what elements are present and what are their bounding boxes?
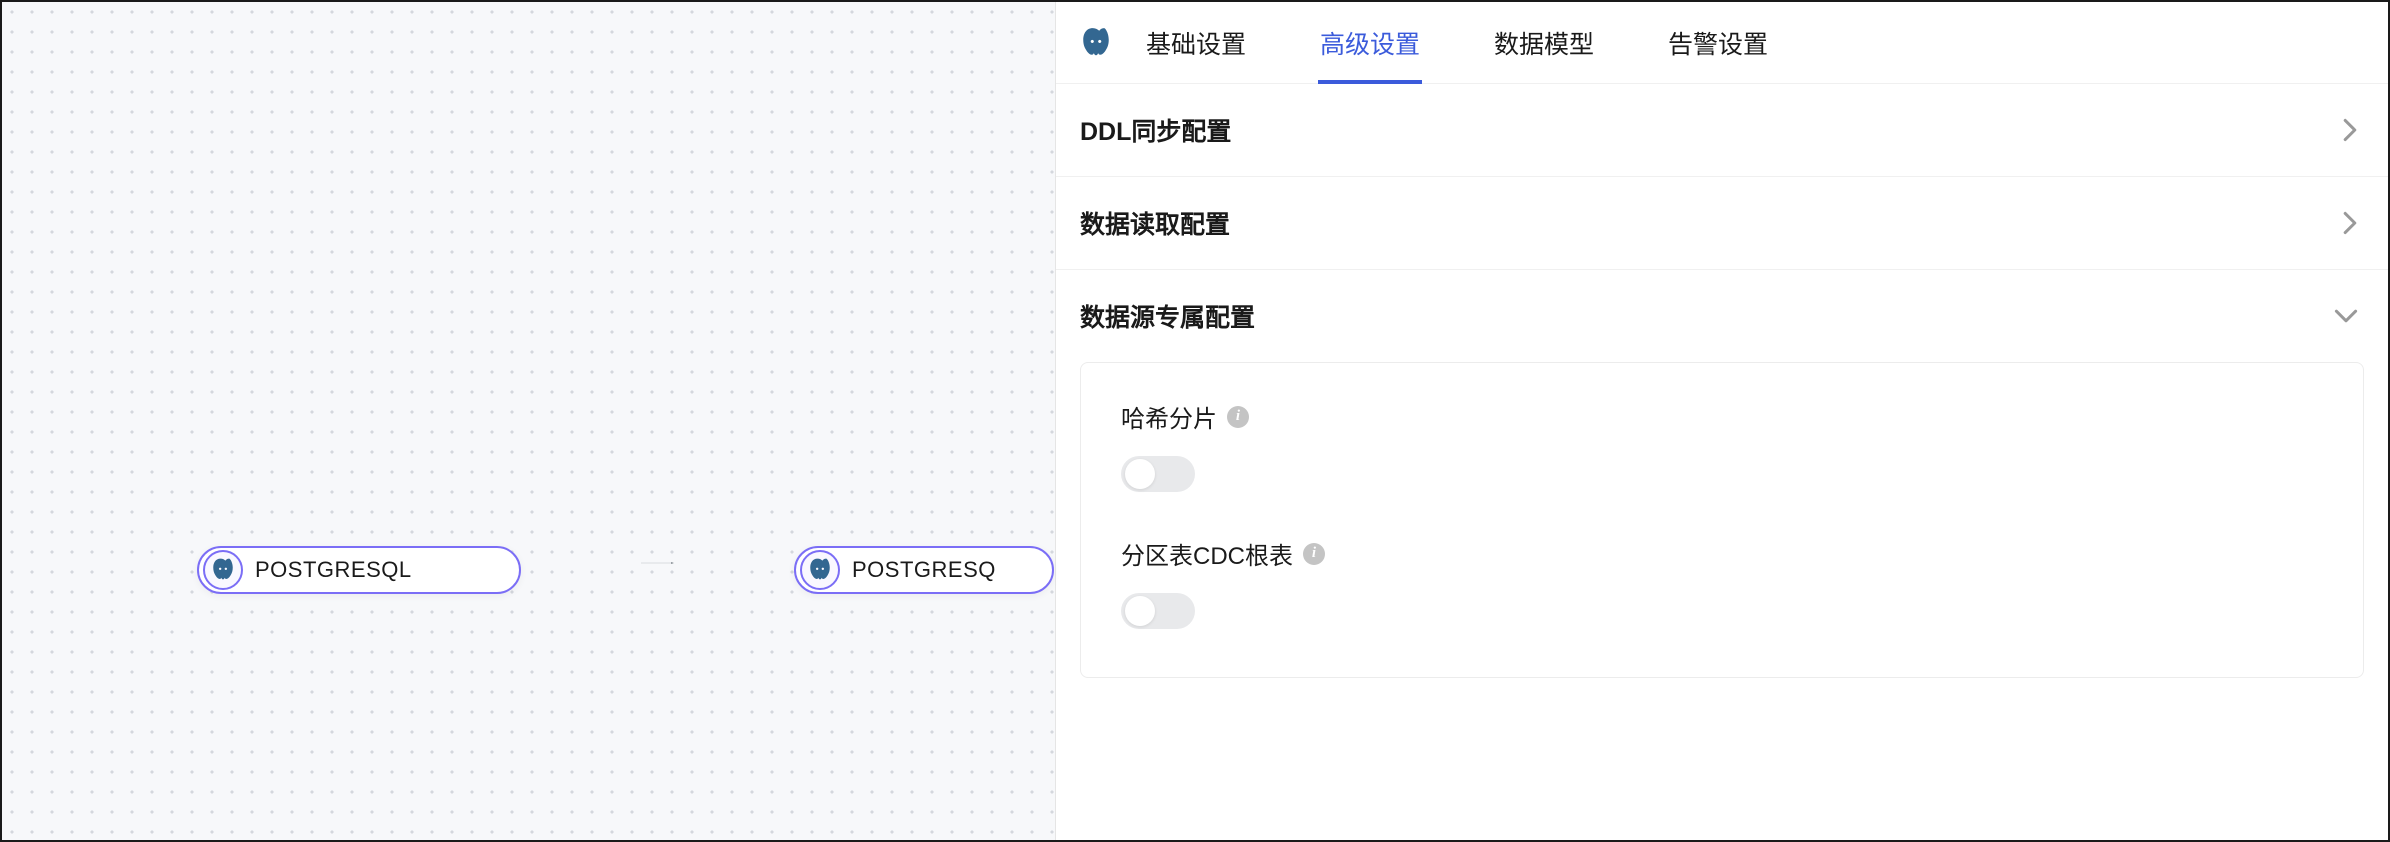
setting-label: 哈希分片 i: [1121, 399, 2323, 434]
section-data-read[interactable]: 数据读取配置: [1056, 177, 2388, 270]
tab-alert-settings[interactable]: 告警设置: [1666, 2, 1770, 84]
chevron-right-icon: [2342, 211, 2358, 235]
tab-advanced-settings[interactable]: 高级设置: [1318, 2, 1422, 84]
source-node-label: POSTGRESQL: [255, 557, 412, 583]
postgresql-icon: [203, 550, 243, 590]
tab-data-model[interactable]: 数据模型: [1492, 2, 1596, 84]
tab-basic-settings[interactable]: 基础设置: [1144, 2, 1248, 84]
info-icon[interactable]: i: [1227, 406, 1249, 428]
section-title: 数据读取配置: [1080, 205, 1230, 241]
section-title: 数据源专属配置: [1080, 298, 1255, 334]
setting-cdc-root-table: 分区表CDC根表 i: [1121, 536, 2323, 629]
node-connection-arrow: [522, 562, 794, 564]
chevron-right-icon: [2342, 118, 2358, 142]
postgresql-icon: [1078, 25, 1114, 61]
postgresql-icon: [800, 550, 840, 590]
tabs-header: 基础设置 高级设置 数据模型 告警设置: [1056, 2, 2388, 84]
label-text: 哈希分片: [1121, 399, 1217, 434]
source-node-postgresql[interactable]: POSTGRESQL: [197, 546, 521, 594]
hash-partition-toggle[interactable]: [1121, 456, 1195, 492]
section-title: DDL同步配置: [1080, 112, 1231, 148]
label-text: 分区表CDC根表: [1121, 536, 1293, 571]
settings-panel: 基础设置 高级设置 数据模型 告警设置 DDL同步配置 数据读取配置 数据源专属…: [1056, 2, 2388, 840]
section-datasource-specific[interactable]: 数据源专属配置: [1056, 270, 2388, 362]
setting-hash-partition: 哈希分片 i: [1121, 399, 2323, 492]
flow-canvas[interactable]: POSTGRESQL POSTGRESQ: [2, 2, 1056, 840]
target-node-label: POSTGRESQ: [852, 557, 996, 583]
info-icon[interactable]: i: [1303, 543, 1325, 565]
panel-body: DDL同步配置 数据读取配置 数据源专属配置 哈希分片 i: [1056, 84, 2388, 840]
datasource-section-content: 哈希分片 i 分区表CDC根表 i: [1080, 362, 2364, 678]
target-node-postgresql[interactable]: POSTGRESQ: [794, 546, 1054, 594]
cdc-root-toggle[interactable]: [1121, 593, 1195, 629]
setting-label: 分区表CDC根表 i: [1121, 536, 2323, 571]
chevron-down-icon: [2334, 308, 2358, 324]
section-ddl-sync[interactable]: DDL同步配置: [1056, 84, 2388, 177]
